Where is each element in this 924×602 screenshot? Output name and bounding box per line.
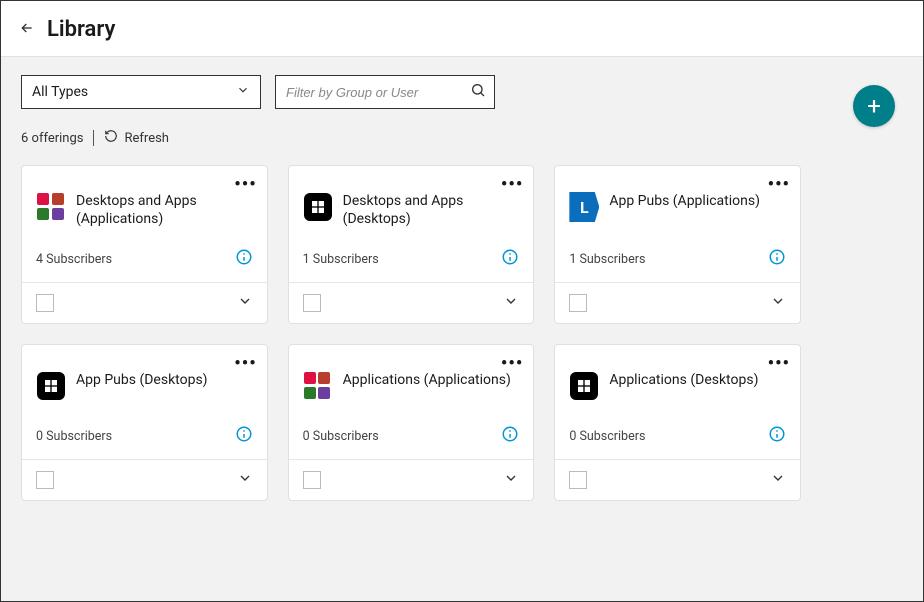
apps-icon	[37, 193, 65, 221]
card-menu-button[interactable]: •••	[234, 353, 256, 374]
subscribers-label: 0 Subscribers	[303, 429, 379, 444]
subscribers-label: 1 Subscribers	[303, 252, 379, 267]
offering-card: ••• L App Pubs (Applications) 1 Subscribers	[554, 165, 801, 324]
card-grid: •••Desktops and Apps (Applications)4 Sub…	[21, 165, 801, 501]
page-title: Library	[47, 17, 115, 42]
card-icon	[569, 371, 599, 401]
expand-button[interactable]	[237, 293, 253, 313]
info-icon[interactable]	[501, 425, 519, 447]
filter-input-wrap	[275, 75, 495, 109]
back-icon[interactable]	[19, 20, 35, 40]
card-header: ••• L App Pubs (Applications)	[555, 166, 800, 236]
card-icon	[36, 192, 66, 222]
page-header: Library	[1, 1, 923, 56]
expand-button[interactable]	[770, 293, 786, 313]
card-title: Desktops and Apps (Applications)	[76, 192, 253, 228]
offering-card: •••Desktops and Apps (Applications) 4 Sub…	[21, 165, 268, 324]
offering-card: ••• App Pubs (Desktops) 0 Subscribers	[21, 344, 268, 501]
card-sub: 4 Subscribers	[22, 238, 267, 282]
select-checkbox[interactable]	[36, 294, 54, 312]
type-filter-select[interactable]: All Types	[21, 75, 261, 109]
offerings-count: 6 offerings	[21, 131, 83, 146]
expand-button[interactable]	[503, 293, 519, 313]
info-icon[interactable]	[768, 425, 786, 447]
expand-button[interactable]	[237, 470, 253, 490]
info-icon[interactable]	[768, 248, 786, 270]
logo-l-icon: L	[569, 192, 599, 222]
card-icon	[36, 371, 66, 401]
card-menu-button[interactable]: •••	[501, 174, 523, 195]
card-footer	[555, 282, 800, 323]
offering-card: ••• Applications (Desktops) 0 Subscribers	[554, 344, 801, 501]
app-frame: Library All Types 6 offerings	[0, 0, 924, 602]
card-header: •••Desktops and Apps (Desktops)	[289, 166, 534, 238]
chevron-down-icon	[236, 83, 250, 101]
card-header: •••Applications (Applications)	[289, 345, 534, 415]
card-menu-button[interactable]: •••	[768, 353, 790, 374]
plus-icon: +	[867, 92, 881, 120]
type-filter-label: All Types	[32, 84, 88, 100]
offering-card: •••Desktops and Apps (Desktops) 1 Subscri…	[288, 165, 535, 324]
card-sub: 0 Subscribers	[289, 415, 534, 459]
expand-button[interactable]	[503, 470, 519, 490]
card-sub: 1 Subscribers	[555, 238, 800, 282]
card-title: App Pubs (Applications)	[609, 192, 760, 210]
card-title: App Pubs (Desktops)	[76, 371, 208, 389]
card-menu-button[interactable]: •••	[768, 174, 790, 195]
search-icon[interactable]	[470, 82, 486, 102]
card-sub: 0 Subscribers	[22, 415, 267, 459]
refresh-icon	[104, 129, 118, 147]
subscribers-label: 0 Subscribers	[569, 429, 645, 444]
windows-icon	[304, 193, 332, 221]
meta-divider	[93, 130, 94, 146]
refresh-label: Refresh	[124, 131, 168, 146]
card-footer	[555, 459, 800, 500]
subscribers-label: 0 Subscribers	[36, 429, 112, 444]
meta-row: 6 offerings Refresh	[21, 129, 903, 147]
card-menu-button[interactable]: •••	[501, 353, 523, 374]
add-button[interactable]: +	[853, 85, 895, 127]
card-header: ••• Applications (Desktops)	[555, 345, 800, 415]
apps-icon	[304, 372, 332, 400]
card-menu-button[interactable]: •••	[234, 174, 256, 195]
card-header: •••Desktops and Apps (Applications)	[22, 166, 267, 238]
info-icon[interactable]	[235, 425, 253, 447]
subscribers-label: 4 Subscribers	[36, 252, 112, 267]
card-footer	[22, 282, 267, 323]
card-footer	[22, 459, 267, 500]
toolbar: All Types	[21, 75, 903, 109]
select-checkbox[interactable]	[36, 471, 54, 489]
card-sub: 1 Subscribers	[289, 238, 534, 282]
expand-button[interactable]	[770, 470, 786, 490]
subscribers-label: 1 Subscribers	[569, 252, 645, 267]
card-title: Applications (Desktops)	[609, 371, 758, 389]
card-header: ••• App Pubs (Desktops)	[22, 345, 267, 415]
card-footer	[289, 282, 534, 323]
card-icon	[303, 371, 333, 401]
select-checkbox[interactable]	[569, 294, 587, 312]
select-checkbox[interactable]	[303, 294, 321, 312]
offering-card: •••Applications (Applications) 0 Subscrib…	[288, 344, 535, 501]
windows-icon	[37, 372, 65, 400]
info-icon[interactable]	[501, 248, 519, 270]
select-checkbox[interactable]	[569, 471, 587, 489]
filter-input[interactable]	[286, 85, 470, 100]
content-area: All Types 6 offerings Refresh	[1, 57, 923, 601]
card-icon	[303, 192, 333, 222]
select-checkbox[interactable]	[303, 471, 321, 489]
card-footer	[289, 459, 534, 500]
card-title: Desktops and Apps (Desktops)	[343, 192, 520, 228]
card-sub: 0 Subscribers	[555, 415, 800, 459]
card-icon: L	[569, 192, 599, 222]
info-icon[interactable]	[235, 248, 253, 270]
windows-icon	[570, 372, 598, 400]
card-title: Applications (Applications)	[343, 371, 511, 389]
refresh-button[interactable]: Refresh	[104, 129, 168, 147]
